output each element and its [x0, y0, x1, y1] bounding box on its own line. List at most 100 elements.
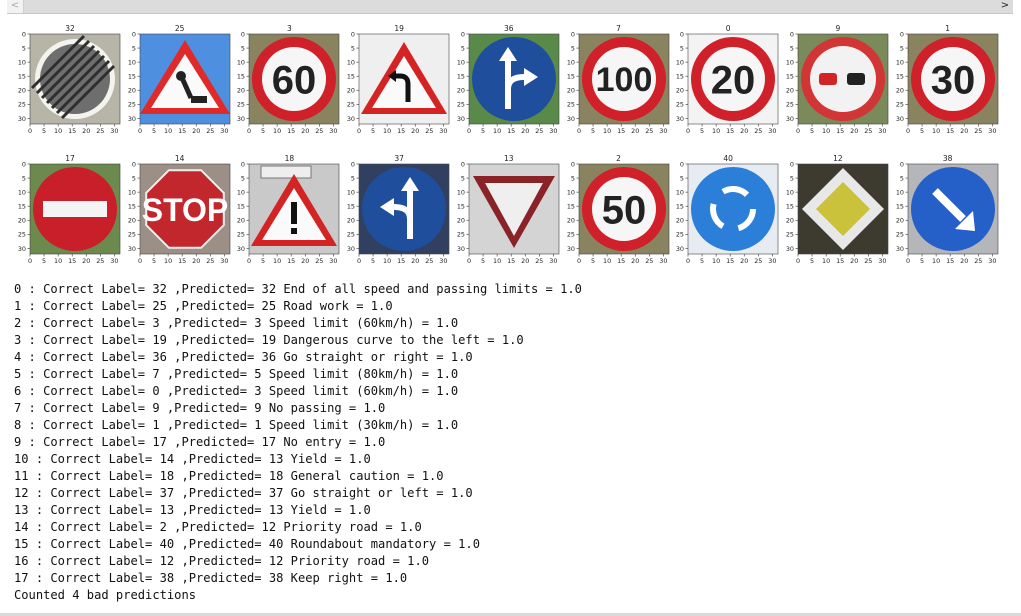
- x-tick-label: 20: [192, 127, 200, 135]
- x-tick-label: 10: [603, 127, 611, 135]
- x-tick-label: 25: [645, 257, 653, 265]
- traffic-sign-picture: 100: [578, 34, 669, 124]
- y-tick-label: 30: [128, 115, 136, 123]
- y-tick-label: 10: [895, 59, 903, 67]
- y-tick-label: 20: [457, 217, 465, 225]
- x-tick-label: 30: [439, 127, 447, 135]
- x-tick-label: 20: [411, 257, 419, 265]
- sign-subplot: 3 60 0 0 5 5 10 10 15 15 20 20 25 25 30 30: [233, 24, 342, 142]
- sign-image-grid: 32 0 0 5 5 10 10 15 15 20 20 25 25 30 30 25 0 0 5 5 10 10 15 15…: [0, 0, 1021, 280]
- x-tick-label: 10: [54, 257, 62, 265]
- y-tick-label: 25: [18, 101, 26, 109]
- x-tick-label: 5: [810, 257, 814, 265]
- prediction-line: 11 : Correct Label= 18 ,Predicted= 18 Ge…: [14, 469, 444, 483]
- y-tick-label: 0: [461, 32, 465, 38]
- y-tick-label: 0: [790, 162, 794, 168]
- y-tick-label: 30: [786, 115, 794, 123]
- y-tick-label: 25: [128, 101, 136, 109]
- prediction-line: 15 : Correct Label= 40 ,Predicted= 40 Ro…: [14, 537, 480, 551]
- traffic-sign-picture: [30, 34, 120, 124]
- prediction-line: 10 : Correct Label= 14 ,Predicted= 13 Yi…: [14, 452, 371, 466]
- y-tick-label: 5: [241, 44, 245, 52]
- y-tick-label: 25: [786, 231, 794, 239]
- x-tick-label: 5: [261, 257, 265, 265]
- y-tick-label: 20: [676, 217, 684, 225]
- x-tick-label: 5: [700, 257, 704, 265]
- x-tick-label: 15: [68, 257, 76, 265]
- traffic-sign-picture: [249, 164, 340, 254]
- svg-text:20: 20: [711, 58, 756, 102]
- x-tick-label: 30: [768, 257, 776, 265]
- x-tick-label: 5: [261, 127, 265, 135]
- y-tick-label: 10: [676, 59, 684, 67]
- x-tick-label: 15: [836, 127, 844, 135]
- sign-image: 20 0 0 5 5 10 10 15 15 20 20 25 25 30 30: [676, 32, 779, 135]
- x-tick-label: 0: [796, 127, 800, 135]
- y-tick-label: 5: [22, 44, 26, 52]
- x-tick-label: 25: [96, 127, 104, 135]
- x-tick-label: 20: [960, 257, 968, 265]
- y-tick-label: 10: [457, 59, 465, 67]
- x-tick-label: 5: [152, 257, 156, 265]
- x-tick-label: 5: [700, 127, 704, 135]
- sign-subplot: 14 STOP 0 0 5 5 10 10 15 15 20 20 25 25 30 30: [124, 154, 233, 272]
- y-tick-label: 5: [132, 44, 136, 52]
- prediction-line: 2 : Correct Label= 3 ,Predicted= 3 Speed…: [14, 316, 459, 330]
- sign-subplot: 25 0 0 5 5 10 10 15 15 20 20 25 25 30 30: [124, 24, 233, 142]
- y-tick-label: 30: [566, 115, 574, 123]
- prediction-line: 3 : Correct Label= 19 ,Predicted= 19 Dan…: [14, 333, 524, 347]
- x-tick-label: 25: [316, 127, 324, 135]
- x-tick-label: 20: [521, 127, 529, 135]
- x-tick-label: 30: [878, 127, 886, 135]
- y-tick-label: 20: [18, 87, 26, 95]
- y-tick-label: 10: [566, 59, 574, 67]
- x-tick-label: 25: [864, 257, 872, 265]
- x-tick-label: 0: [28, 127, 32, 135]
- y-tick-label: 10: [676, 189, 684, 197]
- y-tick-label: 0: [132, 32, 136, 38]
- x-tick-label: 10: [383, 127, 391, 135]
- x-tick-label: 10: [273, 127, 281, 135]
- y-tick-label: 25: [566, 101, 574, 109]
- y-tick-label: 10: [128, 59, 136, 67]
- y-tick-label: 15: [895, 73, 903, 81]
- prediction-line: 12 : Correct Label= 37 ,Predicted= 37 Go…: [14, 486, 473, 500]
- y-tick-label: 5: [900, 174, 904, 182]
- x-tick-label: 25: [974, 127, 982, 135]
- svg-text:60: 60: [272, 58, 317, 102]
- sign-subplot: 7 100 0 0 5 5 10 10 15 15 20 20 25 25 30 30: [563, 24, 672, 142]
- y-tick-label: 15: [347, 203, 355, 211]
- sign-image: 0 0 5 5 10 10 15 15 20 20 25 25 30 30: [457, 162, 560, 265]
- x-tick-label: 20: [82, 257, 90, 265]
- y-tick-label: 10: [237, 59, 245, 67]
- sign-subplot: 9 0 0 5 5 10 10 15 15 20 20 25 25 30 30: [782, 24, 891, 142]
- y-tick-label: 25: [895, 231, 903, 239]
- cell-output-text: 0 : Correct Label= 32 ,Predicted= 32 End…: [14, 281, 582, 604]
- summary-line: Counted 4 bad predictions: [14, 588, 197, 602]
- y-tick-label: 5: [790, 174, 794, 182]
- y-tick-label: 30: [895, 115, 903, 123]
- y-tick-label: 0: [351, 32, 355, 38]
- y-tick-label: 10: [895, 189, 903, 197]
- y-tick-label: 25: [786, 101, 794, 109]
- x-tick-label: 30: [549, 257, 557, 265]
- y-tick-label: 30: [786, 245, 794, 253]
- x-tick-label: 15: [617, 257, 625, 265]
- y-tick-label: 30: [566, 245, 574, 253]
- traffic-sign-picture: [30, 164, 120, 254]
- x-tick-label: 20: [740, 127, 748, 135]
- x-tick-label: 15: [836, 257, 844, 265]
- y-tick-label: 5: [461, 174, 465, 182]
- x-tick-label: 15: [617, 127, 625, 135]
- y-tick-label: 0: [570, 162, 574, 168]
- traffic-sign-picture: 30: [907, 34, 998, 124]
- x-tick-label: 20: [411, 127, 419, 135]
- traffic-sign-picture: 50: [578, 164, 669, 254]
- x-tick-label: 5: [371, 127, 375, 135]
- y-tick-label: 5: [461, 44, 465, 52]
- y-tick-label: 5: [570, 174, 574, 182]
- sign-image: STOP 0 0 5 5 10 10 15 15 20 20 25 25 30 30: [128, 162, 230, 265]
- y-tick-label: 0: [241, 162, 245, 168]
- x-tick-label: 10: [493, 127, 501, 135]
- y-tick-label: 5: [132, 174, 136, 182]
